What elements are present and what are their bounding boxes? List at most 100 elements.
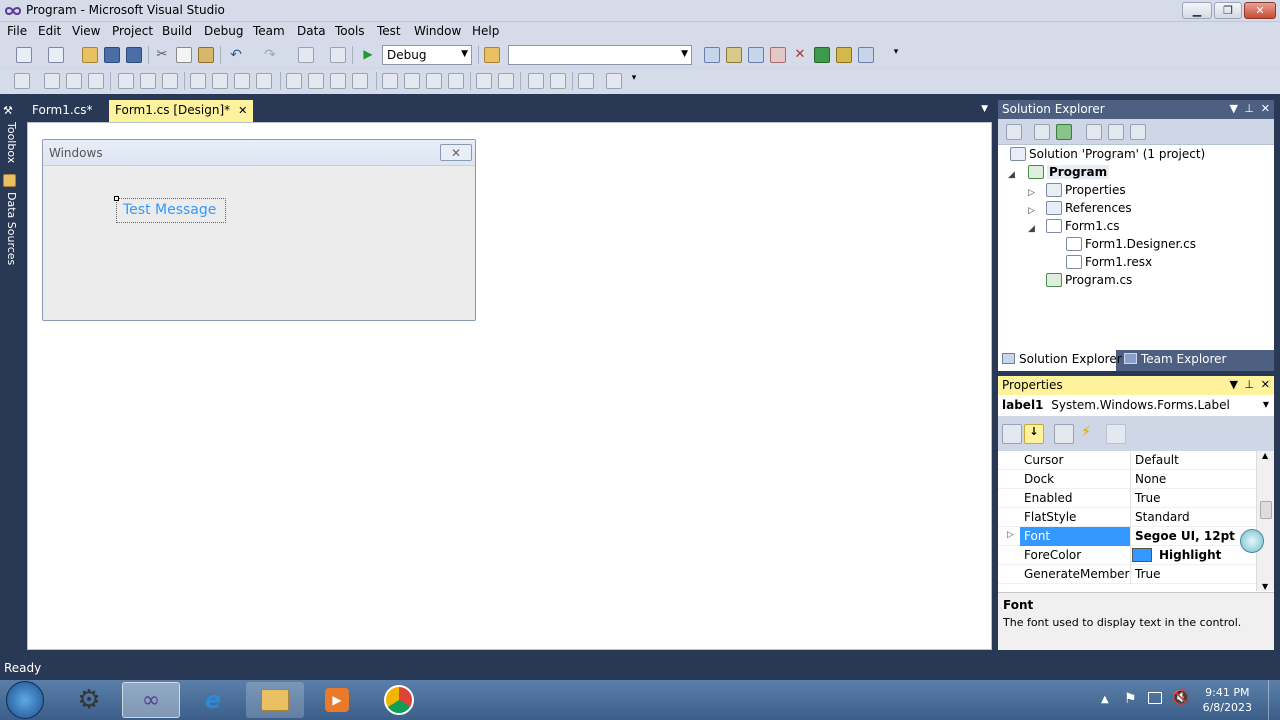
horizontal-spacing-equal-icon[interactable] xyxy=(286,73,302,89)
collapse-arrow-icon[interactable]: ◢ xyxy=(1028,224,1035,234)
navigate-forward-icon[interactable] xyxy=(330,47,346,63)
tab-form1-cs[interactable]: Form1.cs* xyxy=(26,100,99,122)
align-lefts-icon[interactable] xyxy=(44,73,60,89)
increase-horizontal-spacing-icon[interactable] xyxy=(308,73,324,89)
collapse-arrow-icon[interactable]: ◢ xyxy=(1008,170,1015,180)
taskbar-app-file-explorer[interactable] xyxy=(246,682,304,718)
toolbox-tab[interactable]: Toolbox xyxy=(2,122,18,163)
tree-item-program-cs[interactable]: Program.cs xyxy=(1046,273,1132,287)
save-all-icon[interactable] xyxy=(126,47,142,63)
toolbar-options-icon[interactable]: ▾ xyxy=(626,73,642,89)
remove-vertical-spacing-icon[interactable] xyxy=(448,73,464,89)
add-item-icon[interactable] xyxy=(48,47,64,63)
menu-build[interactable]: Build xyxy=(162,24,192,38)
tree-item-solution[interactable]: Solution 'Program' (1 project) xyxy=(1010,147,1205,161)
data-sources-tab[interactable]: Data Sources xyxy=(2,192,18,265)
save-icon[interactable] xyxy=(104,47,120,63)
vertical-spacing-equal-icon[interactable] xyxy=(382,73,398,89)
menu-tools[interactable]: Tools xyxy=(335,24,365,38)
auto-hide-pin-icon[interactable]: ⊥ xyxy=(1244,378,1254,391)
menu-team[interactable]: Team xyxy=(253,24,285,38)
toolbox-icon[interactable] xyxy=(770,47,786,63)
decrease-horizontal-spacing-icon[interactable] xyxy=(330,73,346,89)
align-bottoms-icon[interactable] xyxy=(162,73,178,89)
redo-icon[interactable]: ↷ xyxy=(262,47,278,63)
property-row[interactable]: ForeColor Highlight xyxy=(998,546,1256,565)
system-clock[interactable]: 9:41 PM 6/8/2023 xyxy=(1203,685,1252,715)
start-page-icon[interactable] xyxy=(814,47,830,63)
properties-view-icon[interactable] xyxy=(1054,424,1074,444)
menu-edit[interactable]: Edit xyxy=(38,24,61,38)
undo-icon[interactable]: ↶ xyxy=(228,47,244,63)
open-folder-icon[interactable] xyxy=(82,47,98,63)
paste-icon[interactable] xyxy=(198,47,214,63)
property-row[interactable]: GenerateMember True xyxy=(998,565,1256,584)
start-button[interactable] xyxy=(6,681,44,719)
taskbar-app-internet-explorer[interactable]: e xyxy=(184,682,242,718)
action-center-flag-icon[interactable]: ⚑ xyxy=(1124,691,1137,707)
find-in-files-icon[interactable] xyxy=(484,47,500,63)
object-browser-icon[interactable] xyxy=(748,47,764,63)
property-row[interactable]: Dock None xyxy=(998,470,1256,489)
taskbar-app-chrome[interactable] xyxy=(370,682,428,718)
close-panel-icon[interactable]: ✕ xyxy=(1261,102,1270,115)
make-same-height-icon[interactable] xyxy=(234,73,250,89)
auto-hide-pin-icon[interactable]: ⊥ xyxy=(1244,102,1254,115)
menu-debug[interactable]: Debug xyxy=(204,24,243,38)
form-preview[interactable]: Windows ✕ Test Message xyxy=(42,139,476,321)
window-position-icon[interactable]: ▼ xyxy=(1230,378,1238,391)
property-row[interactable]: FlatStyle Standard xyxy=(998,508,1256,527)
scrollbar-thumb[interactable] xyxy=(1260,501,1272,519)
solution-configuration-dropdown[interactable]: Debug ▼ xyxy=(382,45,472,65)
selection-grip[interactable] xyxy=(114,196,119,201)
object-selector[interactable]: label1 System.Windows.Forms.Label ▼ xyxy=(998,395,1274,417)
tree-item-properties[interactable]: Properties xyxy=(1046,183,1126,197)
menu-file[interactable]: File xyxy=(7,24,27,38)
show-all-files-icon[interactable] xyxy=(1034,124,1050,140)
tab-form1-design[interactable]: Form1.cs [Design]* ✕ xyxy=(109,100,254,122)
send-to-back-icon[interactable] xyxy=(550,73,566,89)
property-grid-scrollbar[interactable]: ▲ ▼ xyxy=(1256,451,1274,591)
align-to-grid-icon[interactable] xyxy=(14,73,30,89)
property-row-selected[interactable]: ▷ Font Segoe UI, 12pt xyxy=(998,527,1256,546)
view-class-diagram-icon[interactable] xyxy=(1130,124,1146,140)
make-same-size-icon[interactable] xyxy=(256,73,272,89)
command-window-icon[interactable] xyxy=(858,47,874,63)
tree-item-project[interactable]: Program xyxy=(1028,165,1110,179)
events-icon[interactable]: ⚡ xyxy=(1076,424,1096,444)
tab-team-explorer[interactable]: Team Explorer xyxy=(1120,350,1231,371)
extension-manager-icon[interactable] xyxy=(836,47,852,63)
scroll-down-icon[interactable]: ▼ xyxy=(1262,582,1268,591)
start-debugging-icon[interactable]: ▶ xyxy=(360,47,376,63)
copy-icon[interactable] xyxy=(176,47,192,63)
center-horizontally-icon[interactable] xyxy=(476,73,492,89)
show-desktop-button[interactable] xyxy=(1268,680,1280,720)
view-code-icon[interactable] xyxy=(1086,124,1102,140)
align-rights-icon[interactable] xyxy=(88,73,104,89)
volume-muted-icon[interactable]: 🔇 xyxy=(1172,690,1189,706)
tree-item-form1-resx[interactable]: Form1.resx xyxy=(1066,255,1152,269)
properties-icon[interactable] xyxy=(1006,124,1022,140)
alphabetical-icon[interactable]: ↓ xyxy=(1024,424,1044,444)
bring-to-front-icon[interactable] xyxy=(528,73,544,89)
property-row[interactable]: Cursor Default xyxy=(998,451,1256,470)
menu-help[interactable]: Help xyxy=(472,24,499,38)
toolbar-options-icon[interactable]: ▾ xyxy=(888,47,904,63)
restore-button[interactable]: ❐ xyxy=(1214,2,1242,19)
menu-view[interactable]: View xyxy=(72,24,100,38)
expand-arrow-icon[interactable]: ▷ xyxy=(1028,206,1035,216)
property-row[interactable]: Enabled True xyxy=(998,489,1256,508)
menu-window[interactable]: Window xyxy=(414,24,461,38)
tools-icon[interactable]: ✕ xyxy=(792,47,808,63)
align-centers-icon[interactable] xyxy=(66,73,82,89)
close-tab-icon[interactable]: ✕ xyxy=(238,104,247,117)
align-tops-icon[interactable] xyxy=(118,73,134,89)
tree-item-form1[interactable]: Form1.cs xyxy=(1046,219,1120,233)
show-hidden-icons-icon[interactable]: ▲ xyxy=(1101,694,1109,705)
close-window-button[interactable]: ✕ xyxy=(1244,2,1276,19)
font-editor-button[interactable] xyxy=(1240,529,1264,553)
refresh-icon[interactable] xyxy=(1056,124,1072,140)
menu-data[interactable]: Data xyxy=(297,24,326,38)
properties-window-icon[interactable] xyxy=(726,47,742,63)
solution-explorer-icon[interactable] xyxy=(704,47,720,63)
